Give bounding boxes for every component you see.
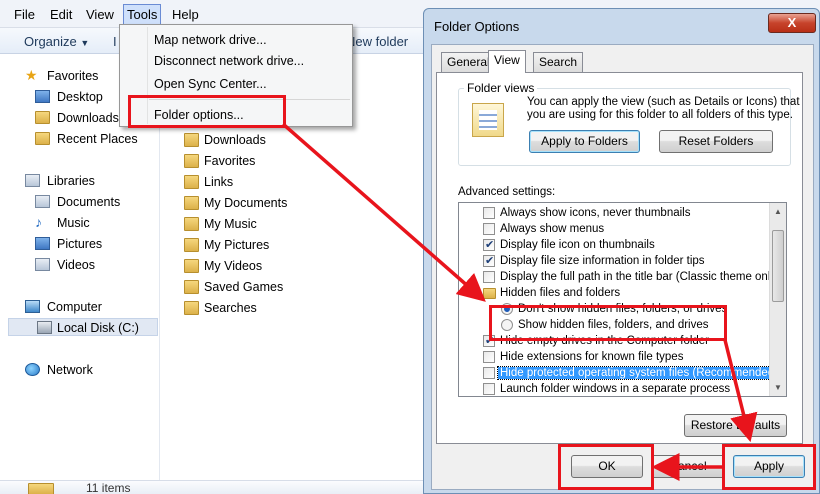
list-item[interactable]: Downloads: [184, 131, 266, 149]
menu-item-open-sync-center[interactable]: Open Sync Center...: [154, 77, 267, 91]
tab-search[interactable]: Search: [533, 52, 584, 72]
checkbox[interactable]: [483, 253, 495, 269]
folder-icon: [184, 259, 199, 273]
folder-icon: [184, 175, 199, 189]
list-item[interactable]: My Music: [184, 215, 257, 233]
list-item[interactable]: Saved Games: [184, 278, 283, 296]
nav-favorites[interactable]: ★ Favorites: [25, 67, 98, 85]
nav-music[interactable]: ♪ Music: [35, 214, 90, 232]
menu-item-map-network-drive[interactable]: Map network drive...: [154, 33, 267, 47]
pictures-icon: [35, 237, 50, 250]
checkbox[interactable]: [483, 367, 495, 379]
videos-icon: [35, 258, 50, 271]
close-button[interactable]: X: [768, 13, 816, 33]
scrollbar[interactable]: ▲ ▼: [769, 203, 786, 396]
nav-computer[interactable]: Computer: [25, 298, 102, 316]
setting-always-show-menus[interactable]: Always show menus: [483, 221, 604, 237]
folder-icon: [184, 133, 199, 147]
menu-file[interactable]: File: [14, 7, 35, 22]
menu-help[interactable]: Help: [172, 7, 199, 22]
folder-views-description-1: You can apply the view (such as Details …: [527, 96, 800, 108]
music-icon: ♪: [35, 214, 42, 230]
folder-icon: [483, 288, 496, 299]
scroll-thumb[interactable]: [772, 230, 784, 302]
list-item[interactable]: Favorites: [184, 152, 255, 170]
toolbar-partial-button[interactable]: I: [113, 34, 117, 49]
setting-display-full-path[interactable]: Display the full path in the title bar (…: [483, 269, 780, 285]
downloads-folder-icon: [35, 111, 50, 124]
setting-display-file-size[interactable]: Display file size information in folder …: [483, 253, 705, 269]
chevron-down-icon: ▼: [80, 38, 90, 48]
folder-icon: [184, 280, 199, 294]
list-item[interactable]: My Documents: [184, 194, 287, 212]
list-item[interactable]: My Pictures: [184, 236, 269, 254]
folder-icon: [184, 238, 199, 252]
folder-icon: [184, 217, 199, 231]
drive-icon: [37, 321, 52, 334]
checkbox[interactable]: [483, 351, 495, 363]
close-icon: X: [787, 15, 797, 30]
nav-videos[interactable]: Videos: [35, 256, 95, 274]
network-icon: [25, 363, 40, 376]
dialog-title: Folder Options: [434, 19, 520, 34]
item-count: 11 items: [86, 481, 131, 494]
menu-view[interactable]: View: [86, 7, 114, 22]
checkbox[interactable]: [483, 207, 495, 219]
scroll-down-icon[interactable]: ▼: [770, 379, 786, 396]
restore-defaults-button[interactable]: Restore Defaults: [684, 414, 787, 437]
folder-views-legend: Folder views: [464, 81, 538, 95]
folder-icon: [184, 196, 199, 210]
checkbox[interactable]: [483, 271, 495, 283]
annotation-box-folder-options: [128, 95, 286, 128]
setting-hide-extensions[interactable]: Hide extensions for known file types: [483, 349, 683, 365]
libraries-icon: [25, 174, 40, 187]
nav-documents[interactable]: Documents: [35, 193, 120, 211]
star-icon: ★: [25, 67, 38, 83]
list-item[interactable]: Links: [184, 173, 233, 191]
documents-icon: [35, 195, 50, 208]
checkbox[interactable]: [483, 383, 495, 395]
folder-icon: [28, 483, 54, 494]
scroll-up-icon[interactable]: ▲: [770, 203, 786, 220]
setting-always-show-icons[interactable]: Always show icons, never thumbnails: [483, 205, 690, 221]
status-bar: 11 items: [0, 480, 430, 494]
computer-icon: [25, 300, 40, 313]
list-item[interactable]: Searches: [184, 299, 257, 317]
setting-display-file-icon[interactable]: Display file icon on thumbnails: [483, 237, 655, 253]
annotation-box-ok: [558, 444, 654, 490]
checkbox[interactable]: [483, 237, 495, 253]
tab-view[interactable]: View: [488, 50, 526, 73]
setting-launch-separate-process[interactable]: Launch folder windows in a separate proc…: [483, 381, 730, 396]
new-folder-button[interactable]: New folder: [346, 34, 408, 49]
nav-downloads[interactable]: Downloads: [35, 109, 119, 127]
recent-places-icon: [35, 132, 50, 145]
folder-views-icon: [472, 103, 504, 137]
list-item[interactable]: My Videos: [184, 257, 262, 275]
menu-item-disconnect-network-drive[interactable]: Disconnect network drive...: [154, 54, 304, 68]
nav-network[interactable]: Network: [25, 361, 93, 379]
annotation-box-show-hidden: [489, 305, 727, 341]
annotation-box-apply: [722, 444, 816, 490]
setting-hide-protected-os-files[interactable]: Hide protected operating system files (R…: [483, 365, 782, 381]
checkbox[interactable]: [483, 223, 495, 235]
folder-views-description-2: you are using for this folder to all fol…: [527, 109, 793, 121]
nav-local-disk[interactable]: Local Disk (C:): [8, 318, 158, 336]
nav-recent-places[interactable]: Recent Places: [35, 130, 138, 148]
nav-desktop[interactable]: Desktop: [35, 88, 103, 106]
desktop-icon: [35, 90, 50, 103]
apply-to-folders-button[interactable]: Apply to Folders: [529, 130, 640, 153]
advanced-settings-label: Advanced settings:: [458, 186, 556, 198]
nav-pictures[interactable]: Pictures: [35, 235, 102, 253]
menu-edit[interactable]: Edit: [50, 7, 72, 22]
cancel-button[interactable]: Cancel: [651, 455, 725, 478]
folder-icon: [184, 154, 199, 168]
organize-button[interactable]: Organize ▼: [24, 34, 89, 49]
reset-folders-button[interactable]: Reset Folders: [659, 130, 773, 153]
setting-hidden-files-folder: Hidden files and folders: [483, 285, 620, 301]
menu-tools[interactable]: Tools: [123, 4, 162, 25]
folder-icon: [184, 301, 199, 315]
advanced-settings-list[interactable]: Always show icons, never thumbnails Alwa…: [458, 202, 787, 397]
nav-libraries[interactable]: Libraries: [25, 172, 95, 190]
